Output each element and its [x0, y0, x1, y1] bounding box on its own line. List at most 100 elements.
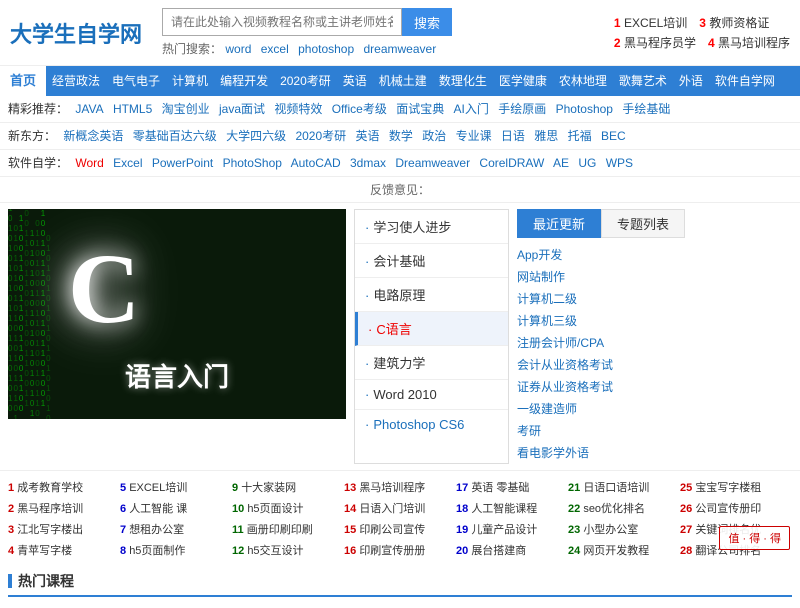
bl-19: 19 儿童产品设计 [456, 519, 568, 539]
logo: 大学生自学网 [10, 17, 142, 49]
watermark: 值 · 得 · 得 [719, 526, 790, 550]
main-content: 101010101011010101010 010101010101010101… [0, 203, 800, 470]
sub-link-wps[interactable]: WPS [606, 156, 633, 170]
right-link-3[interactable]: 教师资格证 [709, 16, 769, 30]
nav-jisuanji[interactable]: 计算机 [166, 66, 214, 96]
sub-link-taobao[interactable]: 淘宝创业 [162, 102, 210, 116]
right-item-6[interactable]: 会计从业资格考试 [517, 354, 792, 376]
nav-home[interactable]: 首页 [0, 66, 46, 96]
sub-link-xgnyy[interactable]: 新概念英语 [63, 129, 123, 143]
right-item-4[interactable]: 计算机三级 [517, 310, 792, 332]
bl-11: 11 画册印刷印刷 [232, 519, 344, 539]
right-links: 1 EXCEL培训 3 教师资格证 2 黑马程序员学 4 黑马培训程序 [614, 14, 790, 51]
right-item-8[interactable]: 一级建造师 [517, 398, 792, 420]
tab-recent[interactable]: 最近更新 [517, 209, 601, 238]
bl-25: 25 宝宝写字楼租 [680, 477, 792, 497]
banner-c-letter: C [68, 239, 140, 339]
hot-link-excel[interactable]: excel [261, 42, 289, 56]
right-item-5[interactable]: 注册会计师/CPA [517, 332, 792, 354]
middle-list-item-6[interactable]: ·Word 2010 [355, 380, 508, 410]
sub-link-cdr[interactable]: CorelDRAW [479, 156, 544, 170]
sub-link-zhuanye[interactable]: 专业课 [456, 129, 492, 143]
sub-link-autocad[interactable]: AutoCAD [291, 156, 341, 170]
nav-biancheng[interactable]: 编程开发 [214, 66, 274, 96]
sub-link-english2[interactable]: 英语 [355, 129, 379, 143]
middle-list-item-3[interactable]: ·电路原理 [355, 278, 508, 312]
sub-link-ae[interactable]: AE [553, 156, 569, 170]
bl-14: 14 日语入门培训 [344, 498, 456, 518]
sub-link-zero[interactable]: 零基础百达六级 [133, 129, 217, 143]
sub-link-tuofu[interactable]: 托福 [568, 129, 592, 143]
right-item-2[interactable]: 网站制作 [517, 266, 792, 288]
sub-link-dw[interactable]: Dreamweaver [395, 156, 470, 170]
nav-dianqi[interactable]: 电气电子 [106, 66, 166, 96]
sub-link-ppt[interactable]: PowerPoint [152, 156, 213, 170]
sub-link-shuxue[interactable]: 数学 [389, 129, 413, 143]
right-item-3[interactable]: 计算机二级 [517, 288, 792, 310]
right-link-1[interactable]: EXCEL培训 [624, 16, 687, 30]
nav-waiyu[interactable]: 外语 [673, 66, 709, 96]
sub-nav-2-label: 新东方： [8, 129, 56, 143]
nav-ruanjian[interactable]: 软件自学网 [709, 66, 781, 96]
sub-link-ps[interactable]: PhotoShop [223, 156, 282, 170]
nav-jixie[interactable]: 机械土建 [373, 66, 433, 96]
sub-link-vfx[interactable]: 视频特效 [274, 102, 322, 116]
nav-gewu[interactable]: 歌舞艺术 [613, 66, 673, 96]
bl-7: 7 想租办公室 [120, 519, 232, 539]
search-button[interactable]: 搜索 [402, 8, 452, 36]
sub-link-excel2[interactable]: Excel [113, 156, 142, 170]
sub-link-html5[interactable]: HTML5 [113, 102, 152, 116]
sub-link-word[interactable]: Word [75, 156, 103, 170]
nav-yixue[interactable]: 医学健康 [493, 66, 553, 96]
tab-topics[interactable]: 专题列表 [601, 209, 685, 238]
sub-link-siji[interactable]: 大学四六级 [226, 129, 286, 143]
nav-kaoyuan[interactable]: 2020考研 [274, 66, 337, 96]
hot-link-photoshop[interactable]: photoshop [298, 42, 354, 56]
nav-shuli[interactable]: 数理化生 [433, 66, 493, 96]
hot-link-word[interactable]: word [225, 42, 251, 56]
sub-link-javamianshi[interactable]: java面试 [219, 102, 265, 116]
hot-label: 热门搜索： [162, 42, 222, 56]
bl-18: 18 人工智能课程 [456, 498, 568, 518]
sub-nav-1-label: 精彩推荐： [8, 102, 68, 116]
bl-15: 15 印刷公司宣传 [344, 519, 456, 539]
sub-link-riyu[interactable]: 日语 [501, 129, 525, 143]
hot-courses-section: 热门课程 [0, 566, 800, 608]
right-panel: 最近更新 专题列表 App开发 网站制作 计算机二级 计算机三级 注册会计师/C… [517, 209, 792, 464]
bl-3: 3 江北写字楼出 [8, 519, 120, 539]
right-item-10[interactable]: 看电影学外语 [517, 442, 792, 464]
nav-english[interactable]: 英语 [337, 66, 373, 96]
right-item-7[interactable]: 证券从业资格考试 [517, 376, 792, 398]
sub-link-yasi[interactable]: 雅思 [534, 129, 558, 143]
sub-link-ug[interactable]: UG [578, 156, 596, 170]
right-item-9[interactable]: 考研 [517, 420, 792, 442]
sub-link-zhengzhi[interactable]: 政治 [422, 129, 446, 143]
nav-jingying[interactable]: 经营政法 [46, 66, 106, 96]
middle-list-item-1[interactable]: ·学习使人进步 [355, 210, 508, 244]
sub-link-2020ky[interactable]: 2020考研 [295, 129, 346, 143]
right-link-2[interactable]: 黑马程序员学 [624, 36, 696, 50]
middle-list-item-7[interactable]: ·Photoshop CS6 [355, 410, 508, 439]
bl-6: 6 人工智能 课 [120, 498, 232, 518]
sub-link-photoshop[interactable]: Photoshop [556, 102, 613, 116]
hot-link-dreamweaver[interactable]: dreamweaver [364, 42, 437, 56]
bl-9: 9 十大家装网 [232, 477, 344, 497]
search-input[interactable] [162, 8, 402, 36]
nav-nongling[interactable]: 农林地理 [553, 66, 613, 96]
sub-link-3dmax[interactable]: 3dmax [350, 156, 386, 170]
hot-courses-title: 热门课程 [8, 571, 792, 597]
right-tabs: 最近更新 专题列表 [517, 209, 792, 238]
sub-link-mianshi[interactable]: 面试宝典 [396, 102, 444, 116]
sub-link-huijichujiao[interactable]: 手绘基础 [622, 102, 670, 116]
sub-link-bec[interactable]: BEC [601, 129, 626, 143]
right-link-4[interactable]: 黑马培训程序 [718, 36, 790, 50]
middle-list-item-4[interactable]: ·C语言 [355, 312, 508, 346]
sub-link-java[interactable]: JAVA [75, 102, 103, 116]
right-item-1[interactable]: App开发 [517, 244, 792, 266]
sub-link-ai[interactable]: AI入门 [454, 102, 489, 116]
sub-link-huihua[interactable]: 手绘原画 [498, 102, 546, 116]
middle-list-item-2[interactable]: ·会计基础 [355, 244, 508, 278]
sub-link-office[interactable]: Office考级 [332, 102, 387, 116]
middle-list-item-5[interactable]: ·建筑力学 [355, 346, 508, 380]
bl-4: 4 青苹写字楼 [8, 540, 120, 560]
